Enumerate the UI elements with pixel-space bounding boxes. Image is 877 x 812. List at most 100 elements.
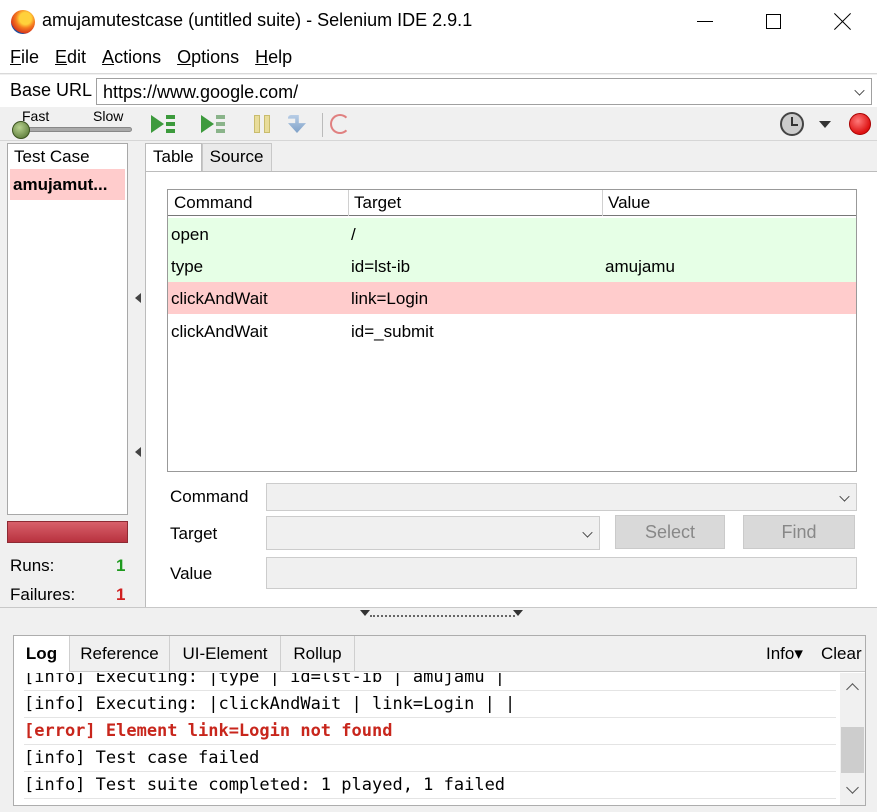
menu-edit[interactable]: Edit: [47, 47, 94, 68]
table-row[interactable]: clickAndWait link=Login: [168, 282, 856, 314]
menu-help[interactable]: Help: [247, 47, 300, 68]
title-bar: amujamutestcase (untitled suite) - Selen…: [0, 0, 877, 42]
play-suite-button[interactable]: [150, 111, 176, 137]
menu-bar: File Edit Actions Options Help: [0, 42, 877, 74]
log-scrollbar[interactable]: [840, 673, 865, 805]
menu-file-mnemonic: F: [10, 47, 21, 67]
maximize-icon: [765, 13, 781, 29]
tab-source[interactable]: Source: [201, 143, 272, 171]
chevron-down-icon[interactable]: [582, 527, 593, 538]
menu-file[interactable]: File: [2, 47, 47, 68]
tab-rollup[interactable]: Rollup: [281, 636, 355, 672]
menu-file-label: ile: [21, 47, 40, 67]
scroll-up-icon[interactable]: [846, 683, 859, 696]
cell-command: clickAndWait: [171, 322, 268, 341]
toolbar-separator: [322, 113, 323, 137]
record-icon[interactable]: [849, 113, 871, 135]
column-header-target[interactable]: Target: [354, 193, 401, 213]
chevron-down-icon[interactable]: [839, 491, 850, 502]
menu-options[interactable]: Options: [169, 47, 247, 68]
value-label: Value: [170, 564, 213, 583]
selenium-ide-window: amujamutestcase (untitled suite) - Selen…: [0, 0, 877, 812]
speed-slider-thumb[interactable]: [12, 121, 30, 139]
cell-target: id=_submit: [351, 322, 434, 341]
run-progress-bar: [7, 521, 128, 543]
toolbar: Fast Slow: [0, 107, 877, 141]
test-case-panel: Test Case amujamut...: [7, 143, 128, 515]
log-line: [info] Test case failed: [24, 745, 836, 772]
log-line: [info] Executing: |clickAndWait | link=L…: [24, 691, 836, 718]
log-line: [info] Executing: |type | id=lst-ib | am…: [24, 673, 836, 691]
test-case-item[interactable]: amujamut...: [10, 169, 125, 200]
horizontal-splitter[interactable]: [0, 607, 877, 621]
failures-count: 1: [116, 585, 126, 604]
clear-log-button[interactable]: Clear: [821, 644, 862, 664]
pause-button[interactable]: [249, 111, 275, 137]
base-url-combobox[interactable]: https://www.google.com/: [96, 78, 872, 105]
close-button[interactable]: [808, 0, 877, 42]
table-row[interactable]: open /: [168, 218, 856, 250]
value-field[interactable]: [266, 557, 857, 589]
cell-value: amujamu: [605, 257, 675, 276]
menu-options-mnemonic: O: [177, 47, 192, 67]
log-line-error: [error] Element link=Login not found: [24, 718, 836, 745]
target-label: Target: [170, 524, 218, 543]
command-label: Command: [170, 487, 249, 506]
dropdown-arrow-icon[interactable]: [819, 121, 831, 128]
base-url-row: Base URL https://www.google.com/: [0, 75, 877, 107]
menu-actions-label: ctions: [114, 47, 162, 67]
tab-ui-element[interactable]: UI-Element: [170, 636, 281, 672]
tab-log[interactable]: Log: [14, 636, 70, 672]
collapse-down-icon[interactable]: [513, 610, 523, 616]
cell-target: id=lst-ib: [351, 257, 411, 276]
maximize-button[interactable]: [738, 0, 808, 42]
window-title: amujamutestcase (untitled suite) - Selen…: [42, 10, 473, 30]
collapse-left-icon[interactable]: [135, 447, 141, 457]
collapse-down-icon[interactable]: [360, 610, 370, 616]
chevron-down-icon[interactable]: [854, 85, 865, 96]
column-header-command[interactable]: Command: [174, 193, 252, 213]
tab-reference[interactable]: Reference: [70, 636, 170, 672]
splitter-grip[interactable]: [370, 611, 515, 617]
rollup-button[interactable]: [327, 111, 353, 137]
menu-help-mnemonic: H: [255, 47, 269, 67]
info-filter-button[interactable]: Info▾: [766, 644, 803, 664]
minimize-button[interactable]: [670, 0, 740, 42]
panel-splitter[interactable]: [131, 143, 145, 607]
select-button[interactable]: Select: [615, 515, 725, 549]
table-row[interactable]: type id=lst-ib amujamu: [168, 250, 856, 282]
editor-tabs: Table Source: [145, 143, 272, 172]
play-icon: [151, 115, 164, 133]
column-header-value[interactable]: Value: [608, 193, 650, 213]
step-button[interactable]: [284, 111, 310, 137]
find-button[interactable]: Find: [743, 515, 855, 549]
scroll-down-icon[interactable]: [846, 781, 859, 794]
play-test-case-button[interactable]: [200, 111, 226, 137]
table-header: Command Target Value: [168, 190, 856, 216]
menu-options-label: ptions: [191, 47, 240, 67]
base-url-value[interactable]: https://www.google.com/: [103, 82, 298, 103]
tab-table[interactable]: Table: [145, 143, 202, 172]
command-combobox[interactable]: [266, 483, 857, 511]
cell-target: link=Login: [351, 289, 429, 308]
column-divider[interactable]: [602, 190, 603, 216]
cell-command: open: [171, 225, 209, 244]
target-combobox[interactable]: [266, 516, 600, 550]
cell-command: type: [171, 257, 204, 276]
log-area: Log Reference UI-Element Rollup Info▾ Cl…: [0, 621, 877, 812]
runs-label: Runs:: [10, 556, 55, 575]
menu-actions[interactable]: Actions: [94, 47, 169, 68]
menu-help-label: elp: [268, 47, 293, 67]
collapse-left-icon[interactable]: [135, 293, 141, 303]
cell-command: clickAndWait: [171, 289, 268, 308]
schedule-clock-icon[interactable]: [780, 112, 804, 136]
table-row[interactable]: clickAndWait id=_submit: [168, 315, 856, 347]
list-icon: [216, 115, 225, 133]
speed-slider-track[interactable]: [16, 127, 132, 132]
log-line: [info] Test suite completed: 1 played, 1…: [24, 772, 836, 799]
scrollbar-thumb[interactable]: [841, 727, 864, 773]
rollup-icon: [330, 114, 350, 134]
column-divider[interactable]: [348, 190, 349, 216]
runs-count: 1: [116, 556, 126, 575]
test-case-header: Test Case: [14, 147, 90, 166]
